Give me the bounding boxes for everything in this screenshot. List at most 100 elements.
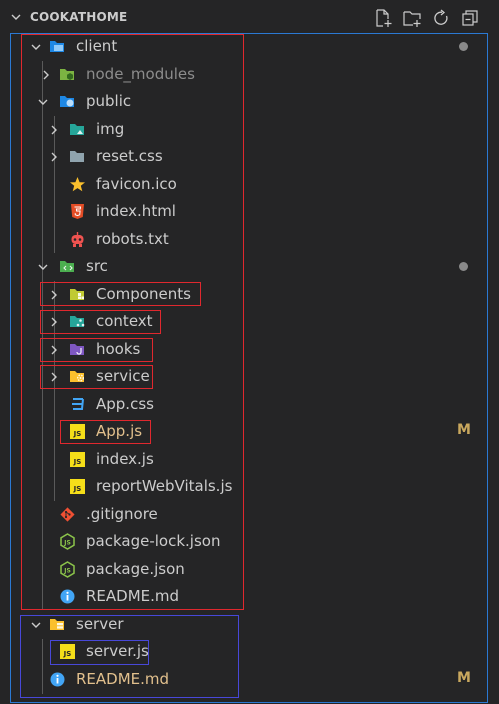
npm-icon: JS [60,533,75,550]
tree-label: index.html [96,202,176,220]
tree-file-package-lock[interactable]: JS package-lock.json [0,528,499,555]
tree-folder-context[interactable]: context [0,308,499,335]
collapse-all-icon[interactable] [460,8,480,28]
chevron-down-icon[interactable] [10,11,22,23]
tree-file-report-web-vitals[interactable]: JS reportWebVitals.js [0,473,499,500]
chevron-down-icon[interactable] [30,619,42,631]
modified-badge: M [457,422,471,438]
js-icon: JS [70,479,85,494]
status-dot [459,262,468,271]
tree-label: index.js [96,450,154,468]
chevron-right-icon[interactable] [48,289,60,301]
tree-label: App.js [96,422,143,440]
tree-label: README.md [76,670,170,688]
tree-folder-service[interactable]: service [0,363,499,390]
chevron-right-icon[interactable] [48,344,60,356]
tree-label: README.md [86,587,180,605]
status-dot [459,42,468,51]
git-icon [60,507,75,522]
chevron-down-icon[interactable] [37,261,49,273]
tree-label: App.css [96,395,154,413]
css-icon [72,398,84,410]
folder-public-open-icon [60,96,74,107]
chevron-right-icon[interactable] [48,371,60,383]
svg-text:JS: JS [63,568,71,575]
folder-client-open-icon [50,41,64,52]
js-icon: JS [70,452,85,467]
modified-badge: M [457,670,471,686]
tree-file-gitignore[interactable]: .gitignore [0,501,499,528]
tree-folder-hooks[interactable]: hooks [0,336,499,363]
svg-text:JS: JS [63,540,71,547]
folder-service-icon [70,371,84,382]
tree-label: client [76,37,118,55]
tree-label: server [76,615,124,633]
folder-components-icon [70,289,84,300]
new-folder-icon[interactable] [402,8,422,28]
new-file-icon[interactable] [373,8,393,28]
tree-label: reset.css [96,147,163,165]
tree-folder-client[interactable]: client [0,33,499,60]
tree-file-app-js[interactable]: JS App.js M [0,418,499,445]
svg-text:JS: JS [73,485,82,493]
tree-folder-node-modules[interactable]: node_modules [0,61,499,88]
svg-text:JS: JS [63,650,72,658]
info-icon [50,672,65,687]
html5-icon [71,204,84,219]
robot-icon [71,232,84,247]
tree-file-readme-client[interactable]: README.md [0,583,499,610]
chevron-down-icon[interactable] [30,41,42,53]
chevron-right-icon[interactable] [40,69,52,81]
chevron-right-icon[interactable] [48,124,60,136]
svg-text:JS: JS [73,458,82,466]
explorer-header[interactable]: COOKATHOME [0,0,499,34]
tree-label: server.js [86,642,149,660]
tree-file-robots[interactable]: robots.txt [0,226,499,253]
tree-file-app-css[interactable]: App.css [0,391,499,418]
chevron-right-icon[interactable] [48,151,60,163]
tree-label: src [86,257,108,275]
tree-label: context [96,312,153,330]
folder-context-icon [70,316,85,327]
tree-label: img [96,120,125,138]
tree-folder-public[interactable]: public [0,88,499,115]
tree-label: service [96,367,150,385]
tree-file-index-html[interactable]: index.html [0,198,499,225]
folder-node-icon [60,69,74,80]
tree-file-index-js[interactable]: JS index.js [0,446,499,473]
tree-label: package-lock.json [86,532,221,550]
tree-file-server-js[interactable]: JS server.js [0,638,499,665]
js-icon: JS [70,424,85,439]
chevron-right-icon[interactable] [48,316,60,328]
tree-label: robots.txt [96,230,169,248]
info-icon [60,589,75,604]
folder-images-icon [70,124,84,135]
npm-icon: JS [60,561,75,578]
refresh-icon[interactable] [431,8,451,28]
tree-label: favicon.ico [96,175,177,193]
folder-icon [70,151,84,162]
tree-folder-src[interactable]: src [0,253,499,280]
tree-label: reportWebVitals.js [96,477,233,495]
tree-label: package.json [86,560,185,578]
js-icon: JS [60,644,75,659]
folder-server-open-icon [50,619,64,630]
tree-label: .gitignore [86,505,158,523]
folder-hooks-icon [70,344,84,355]
tree-label: public [86,92,132,110]
tree-folder-components[interactable]: Components [0,281,499,308]
tree-file-package-json[interactable]: JS package.json [0,556,499,583]
svg-text:JS: JS [73,430,82,438]
tree-label: Components [96,285,191,303]
tree-file-readme-root[interactable]: README.md M [0,666,499,693]
tree-folder-server[interactable]: server [0,611,499,638]
tree-folder-img[interactable]: img [0,116,499,143]
tree-file-favicon[interactable]: favicon.ico [0,171,499,198]
folder-src-open-icon [60,261,74,272]
workspace-title: COOKATHOME [30,10,128,24]
chevron-down-icon[interactable] [37,96,49,108]
tree-label: hooks [96,340,141,358]
star-icon [70,177,85,192]
tree-folder-reset-css[interactable]: reset.css [0,143,499,170]
tree-label: node_modules [86,65,195,83]
